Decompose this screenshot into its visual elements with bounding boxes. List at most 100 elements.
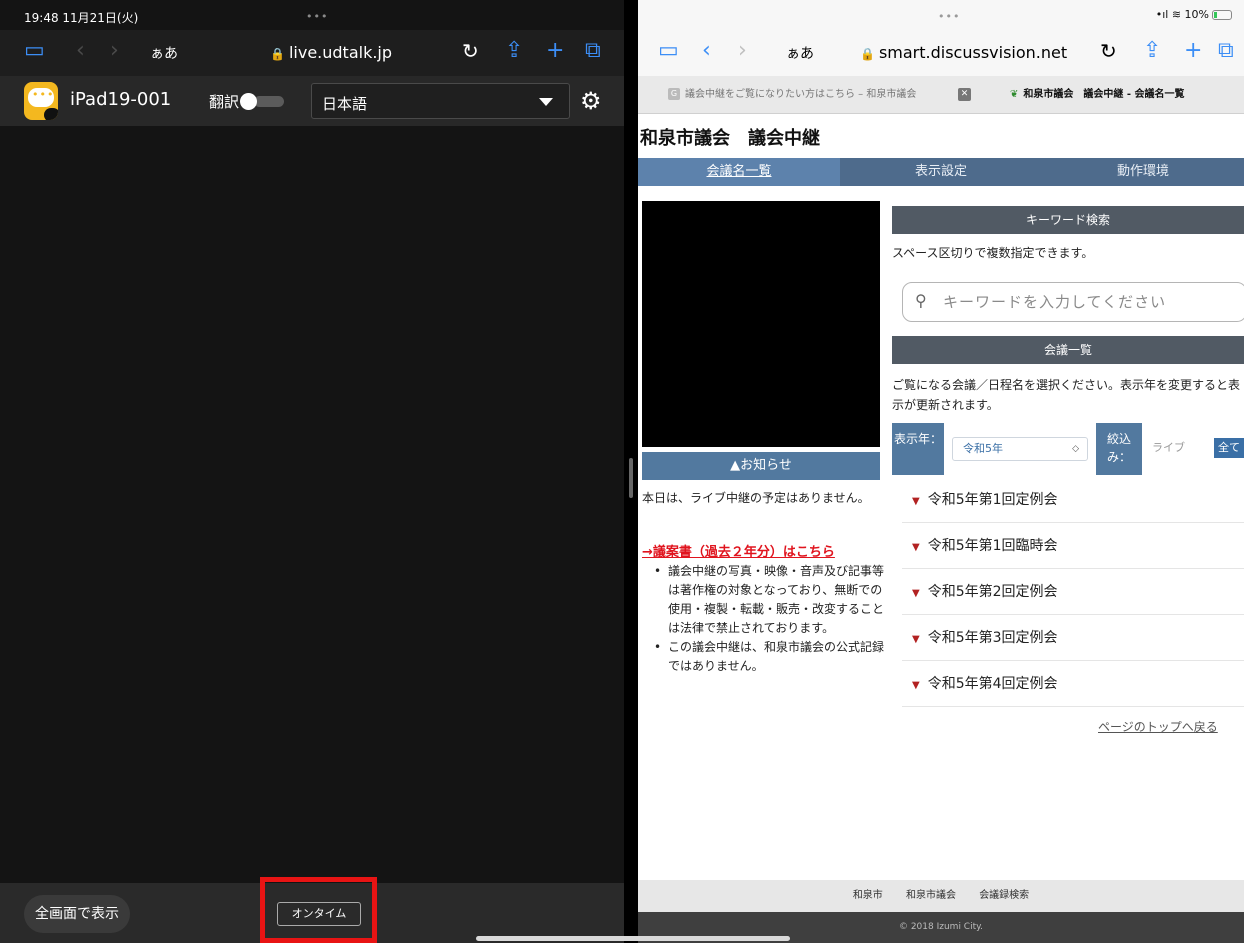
filter-all-option[interactable]: 全て	[1214, 438, 1244, 458]
forward-icon[interactable]: ›	[738, 38, 747, 64]
list-item[interactable]: ▼ 令和5年第2回定例会	[902, 569, 1244, 615]
list-item[interactable]: ▼ 令和5年第1回定例会	[902, 477, 1244, 523]
language-value: 日本語	[322, 95, 368, 113]
share-icon[interactable]: ⇪	[505, 38, 523, 64]
gear-icon[interactable]: ⚙	[580, 88, 602, 114]
safari-toolbar: ▭ ‹ › ぁあ 🔒 smart.discussvision.net ↻ ⇪ + …	[638, 30, 1244, 76]
tab-label: 和泉市議会 議会中継 - 会議名一覧	[1023, 89, 1185, 100]
year-value: 令和5年	[963, 442, 1003, 455]
filter-live-option[interactable]: ライブ	[1152, 439, 1185, 455]
meetings-help: ご覧になる会議／日程名を選択ください。表示年を変更すると表示が更新されます。	[892, 378, 1241, 412]
close-tab-icon[interactable]: ✕	[958, 88, 971, 101]
keyword-help: スペース区切りで複数指定できます。	[892, 246, 1094, 260]
lock-icon: 🔒	[270, 47, 285, 61]
address-bar[interactable]: 🔒 live.udtalk.jp	[270, 43, 392, 62]
triangle-down-icon: ▼	[912, 496, 920, 507]
footer-link-council[interactable]: 和泉市議会	[906, 890, 956, 901]
udtalk-toolbar: iPad19-001 翻訳 日本語 ⚙	[0, 76, 624, 126]
language-select[interactable]: 日本語	[311, 83, 570, 119]
meeting-name: 令和5年第3回定例会	[927, 630, 1058, 646]
tab-label: 議会中継をご覧になりたい方はこちら – 和泉市議会	[685, 89, 917, 100]
caret-down-icon	[539, 98, 553, 106]
multitask-dots[interactable]: •••	[306, 10, 328, 23]
notice-text: 本日は、ライブ中継の予定はありません。	[642, 491, 870, 505]
address-bar[interactable]: 🔒 smart.discussvision.net	[860, 43, 1067, 62]
url-text: smart.discussvision.net	[878, 43, 1068, 62]
page-title: 和泉市議会 議会中継	[640, 128, 820, 149]
updown-icon: ◇	[1072, 444, 1079, 454]
translate-toggle[interactable]	[240, 93, 285, 110]
reload-icon[interactable]: ↻	[462, 38, 479, 64]
new-tab-icon[interactable]: +	[1184, 38, 1202, 64]
multitask-dots[interactable]: •••	[938, 10, 960, 23]
triangle-down-icon: ▼	[912, 542, 920, 553]
split-view-divider[interactable]	[624, 0, 638, 943]
status-indicators: •ıl ≋ 10%	[1156, 8, 1232, 21]
search-box[interactable]: ⚲	[902, 282, 1244, 322]
filter-row: 表示年： 令和5年 ◇ 絞込み： ライブ 全て	[892, 423, 1244, 475]
meetings-header: 会議一覧	[892, 336, 1244, 364]
search-input[interactable]	[943, 289, 1233, 315]
page-top-link[interactable]: ページのトップへ戻る	[1098, 718, 1218, 735]
footer-link-izumi[interactable]: 和泉市	[853, 890, 883, 901]
safari-toolbar: ▭ ‹ › ぁあ 🔒 live.udtalk.jp ↻ ⇪ + ⧉	[0, 30, 624, 76]
year-select[interactable]: 令和5年 ◇	[952, 437, 1088, 461]
list-item: この議会中継は、和泉市議会の公式記録ではありません。	[652, 638, 884, 676]
tabs-overview-icon[interactable]: ⧉	[585, 38, 601, 64]
tab-strip: G 議会中継をご覧になりたい方はこちら – 和泉市議会 ✕ ❦ 和泉市議会 議会中継…	[638, 76, 1244, 114]
tab-environment[interactable]: 動作環境	[1042, 158, 1244, 186]
list-item: 議会中継の写真・映像・音声及び記事等は著作権の対象となっており、無断での使用・複…	[652, 562, 884, 638]
home-indicator[interactable]	[476, 936, 790, 941]
sidebar-icon[interactable]: ▭	[24, 38, 45, 64]
device-name: iPad19-001	[70, 89, 172, 110]
meeting-name: 令和5年第1回定例会	[927, 492, 1058, 508]
meeting-name: 令和5年第1回臨時会	[927, 538, 1058, 554]
footer-link-minutes[interactable]: 会議録検索	[979, 890, 1029, 901]
year-label: 表示年：	[892, 423, 944, 475]
tab-meeting-list[interactable]: 会議名一覧	[638, 158, 840, 186]
ontime-button[interactable]: オンタイム	[277, 902, 361, 926]
triangle-down-icon: ▼	[912, 634, 920, 645]
tabs-overview-icon[interactable]: ⧉	[1218, 38, 1234, 64]
reload-icon[interactable]: ↻	[1100, 38, 1117, 64]
sidebar-icon[interactable]: ▭	[658, 38, 679, 64]
status-bar: 19:48 11月21日(火) •••	[0, 0, 624, 30]
reader-aa-button[interactable]: ぁあ	[786, 43, 814, 63]
udtalk-logo-icon	[24, 82, 58, 120]
meeting-list: ▼ 令和5年第1回定例会 ▼ 令和5年第1回臨時会 ▼ 令和5年第2回定例会 ▼ 令和5…	[902, 477, 1244, 707]
fullscreen-button[interactable]: 全画面で表示	[24, 895, 130, 933]
triangle-down-icon: ▼	[912, 680, 920, 691]
battery-icon	[1212, 10, 1232, 20]
forward-icon[interactable]: ›	[110, 38, 119, 64]
share-icon[interactable]: ⇪	[1143, 38, 1161, 64]
udtalk-pane: 19:48 11月21日(火) ••• ▭ ‹ › ぁあ 🔒 live.udtal…	[0, 0, 624, 943]
url-text: live.udtalk.jp	[288, 43, 393, 62]
footer-links: 和泉市 和泉市議会 会議録検索	[638, 880, 1244, 912]
reader-aa-button[interactable]: ぁあ	[150, 43, 178, 63]
council-pane: ••• •ıl ≋ 10% ▭ ‹ › ぁあ 🔒 smart.discussvis…	[638, 0, 1244, 943]
leaf-favicon-icon: ❦	[1010, 89, 1019, 100]
list-item[interactable]: ▼ 令和5年第4回定例会	[902, 661, 1244, 707]
notice-header[interactable]: ▲お知らせ	[642, 452, 880, 480]
filter-label: 絞込み：	[1096, 423, 1142, 475]
back-icon[interactable]: ‹	[76, 38, 85, 64]
notes-list: 議会中継の写真・映像・音声及び記事等は著作権の対象となっており、無断での使用・複…	[652, 562, 884, 676]
lock-icon: 🔒	[860, 47, 875, 61]
bill-link[interactable]: →議案書（過去２年分）はこちら	[642, 541, 835, 560]
tab-inactive[interactable]: G 議会中継をご覧になりたい方はこちら – 和泉市議会	[668, 76, 953, 114]
list-item[interactable]: ▼ 令和5年第3回定例会	[902, 615, 1244, 661]
translate-label: 翻訳	[209, 93, 240, 111]
back-icon[interactable]: ‹	[702, 38, 711, 64]
status-bar: ••• •ıl ≋ 10%	[638, 0, 1244, 30]
new-tab-icon[interactable]: +	[546, 38, 564, 64]
google-favicon-icon: G	[668, 88, 680, 100]
list-item[interactable]: ▼ 令和5年第1回臨時会	[902, 523, 1244, 569]
divider-handle[interactable]	[629, 458, 633, 498]
video-player[interactable]	[642, 201, 880, 447]
tab-active[interactable]: ❦ 和泉市議会 議会中継 - 会議名一覧	[1010, 76, 1244, 114]
search-icon: ⚲	[915, 291, 927, 310]
tab-display-settings[interactable]: 表示設定	[840, 158, 1042, 186]
signal-wifi-battery-text: •ıl ≋ 10%	[1155, 8, 1209, 21]
meeting-name: 令和5年第4回定例会	[927, 676, 1058, 692]
site-nav: 会議名一覧 表示設定 動作環境	[638, 158, 1244, 186]
